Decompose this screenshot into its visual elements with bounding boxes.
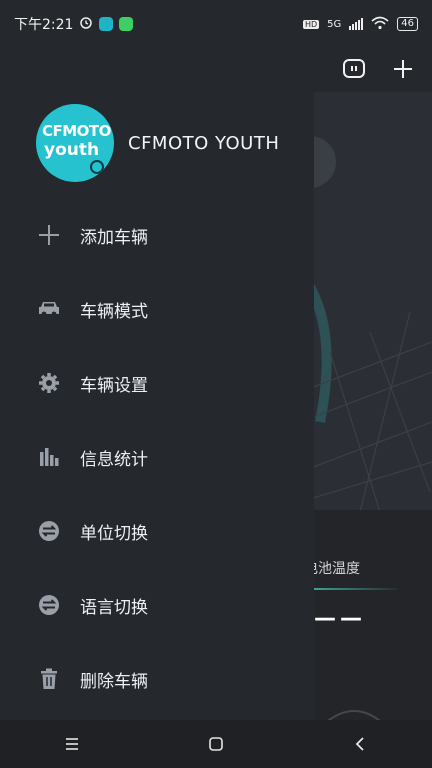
wechat-notification-icon (119, 17, 134, 31)
menu-item-vehicle-mode[interactable]: 车辆模式 (0, 272, 314, 346)
status-time: 下午2:21 (14, 17, 74, 33)
profile-name: CFMOTO YOUTH (128, 132, 280, 154)
system-nav-bar (0, 720, 432, 768)
menu-label: 车辆设置 (80, 375, 148, 396)
wifi-icon (371, 16, 389, 33)
menu-item-statistics[interactable]: 信息统计 (0, 420, 314, 494)
plus-icon (36, 222, 62, 248)
network-label: 5G (327, 18, 342, 30)
battery-icon: 46 (397, 17, 418, 31)
avatar-logo-line1: CFMOTO (42, 122, 111, 140)
menu-label: 删除车辆 (80, 671, 148, 692)
battery-card: 电池温度 —— (300, 510, 432, 720)
signal-icon (349, 18, 364, 30)
map-area (300, 92, 432, 513)
trash-icon (36, 666, 62, 692)
menu-label: 语言切换 (80, 597, 148, 618)
menu-item-delete-vehicle[interactable]: 删除车辆 (0, 642, 314, 716)
status-bar: 下午2:21 HD 5G 46 (0, 0, 432, 48)
background-app: 电池温度 —— (300, 48, 432, 720)
home-icon[interactable] (192, 724, 240, 764)
menu-label: 信息统计 (80, 449, 148, 470)
menu-label: 车辆模式 (80, 301, 148, 322)
status-left: 下午2:21 (14, 14, 134, 34)
swap-icon (36, 592, 62, 618)
battery-temp-indicator (300, 588, 398, 590)
swap-icon (36, 518, 62, 544)
side-drawer: CFMOTO youth CFMOTO YOUTH 添加车辆 车辆模式 车辆设置 (0, 48, 314, 720)
menu-item-language-switch[interactable]: 语言切换 (0, 568, 314, 642)
gauge-arc (327, 710, 381, 720)
add-icon[interactable] (392, 58, 414, 84)
device-icon[interactable] (342, 58, 366, 84)
menu-item-unit-switch[interactable]: 单位切换 (0, 494, 314, 568)
alarm-icon (79, 15, 93, 33)
drawer-menu: 添加车辆 车辆模式 车辆设置 信息统计 单位切换 语言切换 删除车辆 (0, 198, 314, 716)
menu-icon[interactable] (48, 724, 96, 764)
hd-icon: HD (302, 19, 320, 29)
back-icon[interactable] (336, 724, 384, 764)
profile-section[interactable]: CFMOTO youth CFMOTO YOUTH (36, 104, 279, 182)
avatar-badge-icon (90, 160, 104, 174)
bar-chart-icon (36, 444, 62, 470)
menu-label: 单位切换 (80, 523, 148, 544)
avatar[interactable]: CFMOTO youth (36, 104, 114, 182)
background-top-actions (300, 48, 432, 92)
menu-label: 添加车辆 (80, 227, 148, 248)
menu-item-add-vehicle[interactable]: 添加车辆 (0, 198, 314, 272)
app-notification-icon (99, 17, 114, 31)
menu-item-vehicle-settings[interactable]: 车辆设置 (0, 346, 314, 420)
avatar-logo-line2: youth (44, 140, 100, 160)
status-right: HD 5G 46 (302, 16, 418, 33)
battery-temp-value: —— (314, 606, 366, 631)
gear-icon (36, 370, 62, 396)
car-icon (36, 296, 62, 322)
